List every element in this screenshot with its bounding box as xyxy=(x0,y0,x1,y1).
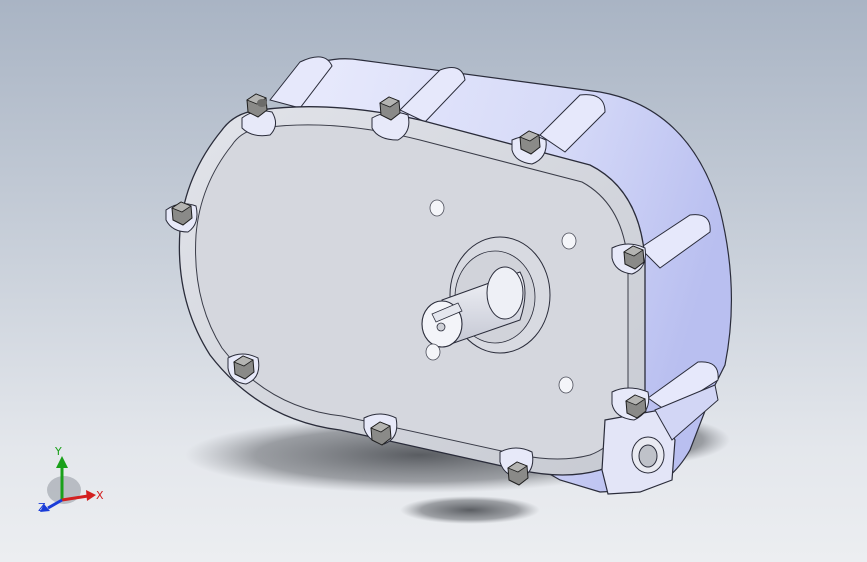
graphics-viewport[interactable]: X Y Z xyxy=(0,0,867,562)
orientation-triad: X Y Z xyxy=(30,438,120,518)
z-axis-label: Z xyxy=(38,501,46,514)
foot-bolt-hole[interactable] xyxy=(631,436,665,474)
y-axis-label: Y xyxy=(55,445,62,458)
gearbox-model[interactable] xyxy=(0,0,867,562)
x-axis-label: X xyxy=(96,489,104,502)
